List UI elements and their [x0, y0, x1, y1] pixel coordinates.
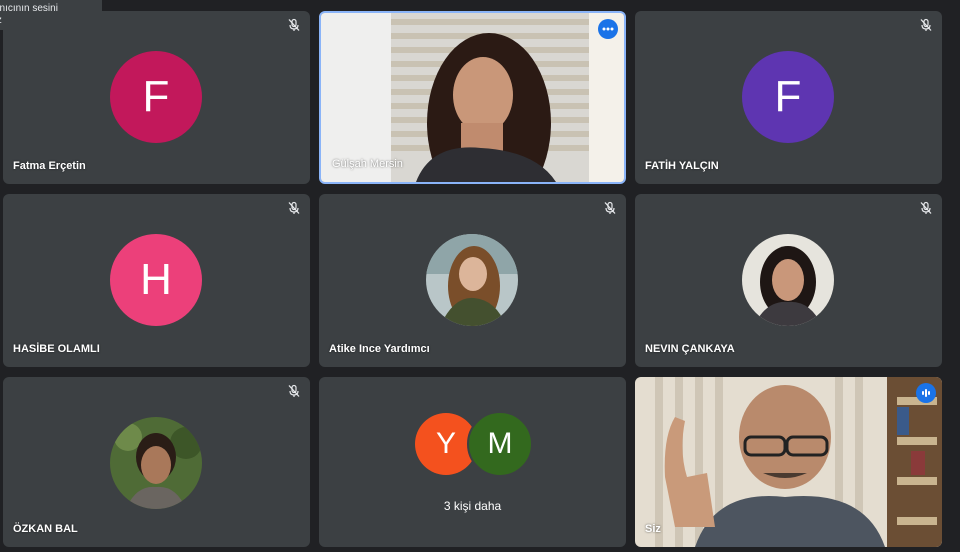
avatar-photo [426, 234, 518, 326]
avatar: F [742, 51, 834, 143]
participant-name: ÖZKAN BAL [13, 523, 78, 535]
more-count-label: 3 kişi daha [443, 499, 502, 513]
tooltip-line: ız [0, 15, 102, 27]
mic-off-icon [288, 18, 300, 31]
audio-level-icon [922, 389, 930, 397]
tooltip: anıcının sesini ız [0, 0, 102, 30]
profile-photo [110, 417, 202, 509]
mic-off-icon [920, 201, 932, 214]
participant-name: Gülşah Mersin [332, 158, 403, 170]
speaking-indicator [916, 383, 936, 403]
mic-off-icon [604, 201, 616, 214]
mic-off-icon [920, 18, 932, 31]
avatar: H [110, 234, 202, 326]
participant-tile-gulsah[interactable]: Gülşah Mersin [319, 11, 626, 184]
avatar-photo [110, 417, 202, 509]
more-options-button[interactable] [598, 19, 618, 39]
video-feed [635, 377, 942, 547]
participant-name: FATİH YALÇIN [645, 160, 719, 172]
participant-tile-hasibe[interactable]: H HASİBE OLAMLI [3, 194, 310, 367]
participant-name: Fatma Erçetin [13, 160, 86, 172]
more-horizontal-icon [602, 27, 614, 31]
mic-off-icon [288, 384, 300, 397]
profile-photo [742, 234, 834, 326]
avatar: F [110, 51, 202, 143]
participant-name: NEVIN ÇANKAYA [645, 343, 735, 355]
avatar: M [467, 411, 533, 477]
mic-off-icon [288, 201, 300, 214]
participant-name: HASİBE OLAMLI [13, 343, 100, 355]
participant-name: Siz [645, 523, 661, 535]
participant-tile-self[interactable]: Siz [635, 377, 942, 547]
participant-name: Atike Ince Yardımcı [329, 343, 430, 355]
profile-photo [426, 234, 518, 326]
participant-tile-fatih[interactable]: F FATİH YALÇIN [635, 11, 942, 184]
tooltip-line: anıcının sesini [0, 3, 58, 14]
participant-tile-nevin[interactable]: NEVIN ÇANKAYA [635, 194, 942, 367]
avatar-photo [742, 234, 834, 326]
participant-tile-atike[interactable]: Atike Ince Yardımcı [319, 194, 626, 367]
more-participants-tile[interactable]: Y M 3 kişi daha [319, 377, 626, 547]
participant-tile-fatma[interactable]: F Fatma Erçetin [3, 11, 310, 184]
video-feed [321, 13, 624, 182]
participant-tile-ozkan[interactable]: ÖZKAN BAL [3, 377, 310, 547]
